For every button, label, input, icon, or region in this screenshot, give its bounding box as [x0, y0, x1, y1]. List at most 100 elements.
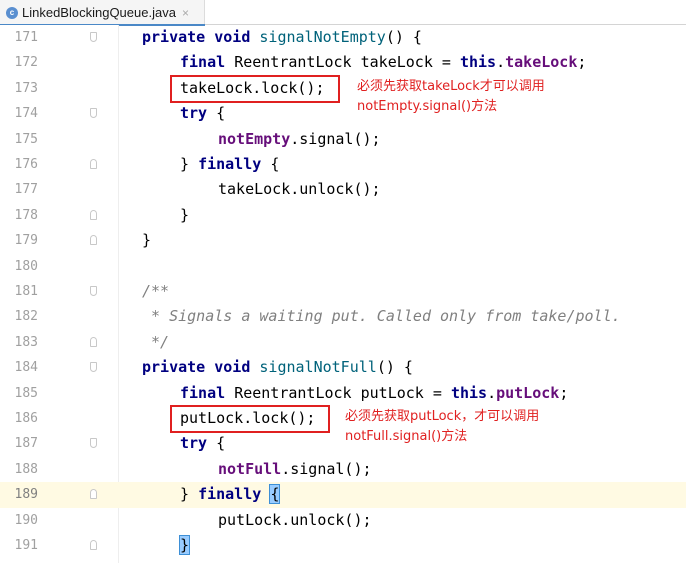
code-text: private void signalNotEmpty() { [142, 25, 422, 50]
take-lock-annotation: 必须先获取takeLock才可以调用 notEmpty.signal()方法 [357, 77, 545, 117]
code-line[interactable]: 178} [0, 203, 686, 228]
code-token: putLock.unlock(); [218, 510, 372, 529]
code-token: /** [142, 282, 170, 300]
code-token: this [450, 383, 488, 402]
code-line[interactable]: 176} finally { [0, 152, 686, 177]
line-number: 184 [14, 360, 38, 376]
fold-end-icon[interactable] [90, 235, 97, 246]
line-number: 174 [14, 106, 38, 122]
code-line[interactable]: 189} finally { [0, 482, 686, 508]
code-token: } [180, 155, 199, 173]
code-text: try { [180, 101, 225, 126]
take-note-line1: 必须先获取takeLock才可以调用 [357, 79, 545, 94]
code-token: signalNotFull [259, 358, 377, 377]
code-line[interactable]: 191} [0, 533, 686, 558]
fold-start-icon[interactable] [90, 286, 97, 296]
code-token: .signal(); [290, 129, 381, 148]
code-text: /** [142, 279, 169, 304]
code-token: try [180, 434, 217, 453]
fold-end-icon[interactable] [90, 540, 97, 550]
code-line[interactable]: 175 notEmpty.signal(); [0, 127, 686, 152]
code-token: try [180, 104, 217, 123]
code-token: notEmpty [218, 129, 291, 148]
code-text: } finally { [180, 482, 281, 507]
code-token: } [180, 205, 190, 224]
code-text: } [178, 533, 191, 558]
java-class-icon: c [6, 6, 18, 19]
line-number: 182 [14, 309, 38, 325]
code-token: () { [385, 28, 422, 46]
code-text: } [142, 228, 151, 253]
put-lock-annotation: 必须先获取putLock，才可以调用 notFull.signal()方法 [345, 407, 539, 447]
code-token: . [496, 53, 506, 72]
code-text: final ReentrantLock putLock = this.putLo… [180, 381, 568, 406]
line-number: 171 [14, 30, 38, 45]
code-token: signalNotEmpty [259, 28, 386, 46]
fold-start-icon[interactable] [90, 108, 97, 119]
code-line[interactable]: 180 [0, 254, 686, 279]
fold-end-icon[interactable] [90, 159, 97, 169]
code-token: private void [142, 358, 260, 377]
line-number: 187 [14, 436, 38, 452]
fold-start-icon[interactable] [90, 438, 97, 449]
fold-end-icon[interactable] [90, 489, 97, 500]
code-token: ReentrantLock takeLock = [234, 53, 460, 72]
code-token: takeLock.unlock(); [218, 180, 381, 199]
code-token: * Signals a waiting put. Called only fro… [142, 307, 621, 326]
code-line[interactable]: 181 /** [0, 279, 686, 304]
code-line[interactable]: 190 putLock.unlock(); [0, 508, 686, 533]
fold-start-icon[interactable] [90, 362, 97, 373]
code-line[interactable]: 179} [0, 228, 686, 253]
code-token: } [180, 485, 199, 504]
code-token: notFull [218, 459, 282, 478]
code-token: { [270, 155, 280, 173]
code-token: takeLock [505, 53, 578, 72]
code-line[interactable]: 177 takeLock.unlock(); [0, 177, 686, 202]
line-number: 173 [14, 80, 38, 96]
line-number: 176 [14, 157, 38, 172]
code-token: final [180, 383, 235, 402]
code-line[interactable]: 184 private void signalNotFull() { [0, 355, 686, 380]
code-token: ; [559, 383, 569, 402]
code-line[interactable]: 171 private void signalNotEmpty() { [0, 25, 686, 50]
code-line[interactable]: 186 putLock.lock(); [0, 406, 686, 431]
code-token: () { [376, 358, 413, 377]
line-number: 190 [14, 512, 38, 528]
line-number: 183 [14, 334, 38, 350]
code-line[interactable]: 182 * Signals a waiting put. Called only… [0, 304, 686, 329]
fold-start-icon[interactable] [90, 32, 97, 42]
code-line[interactable]: 173 takeLock.lock(); [0, 76, 686, 101]
line-number: 191 [14, 538, 38, 553]
put-note-line1: 必须先获取putLock，才可以调用 [345, 409, 540, 424]
line-number: 181 [14, 284, 38, 299]
code-token: ReentrantLock putLock = [234, 383, 451, 402]
editor-tab-linkedblockingqueue[interactable]: c LinkedBlockingQueue.java × [0, 0, 205, 26]
code-text: * Signals a waiting put. Called only fro… [142, 304, 621, 329]
fold-end-icon[interactable] [90, 336, 97, 347]
code-text: notFull.signal(); [218, 457, 372, 482]
code-line[interactable]: 183 */ [0, 330, 686, 355]
code-token: } [142, 231, 152, 250]
code-line[interactable]: 172 final ReentrantLock takeLock = this.t… [0, 50, 686, 75]
fold-end-icon[interactable] [90, 209, 97, 220]
code-line[interactable]: 185 final ReentrantLock putLock = this.pu… [0, 381, 686, 406]
line-number: 189 [14, 487, 38, 503]
code-token: final [180, 53, 235, 72]
close-icon[interactable]: × [182, 6, 189, 20]
matched-brace: { [269, 484, 281, 505]
code-token: finally [198, 485, 271, 504]
code-text: } [180, 203, 189, 228]
code-line[interactable]: 187 try { [0, 431, 686, 456]
line-number: 178 [14, 207, 38, 223]
take-lock-highlight-box [170, 75, 340, 103]
code-text: try { [180, 431, 225, 456]
code-line[interactable]: 174 try { [0, 101, 686, 126]
code-text: notEmpty.signal(); [218, 127, 381, 152]
code-editor[interactable]: 171 private void signalNotEmpty() {172 fin… [0, 25, 686, 563]
code-token: */ [142, 332, 170, 351]
line-number: 186 [14, 411, 38, 426]
code-line[interactable]: 188 notFull.signal(); [0, 457, 686, 482]
code-token: putLock [496, 383, 560, 402]
matched-brace: } [178, 535, 191, 555]
tab-filename: LinkedBlockingQueue.java [22, 5, 176, 20]
